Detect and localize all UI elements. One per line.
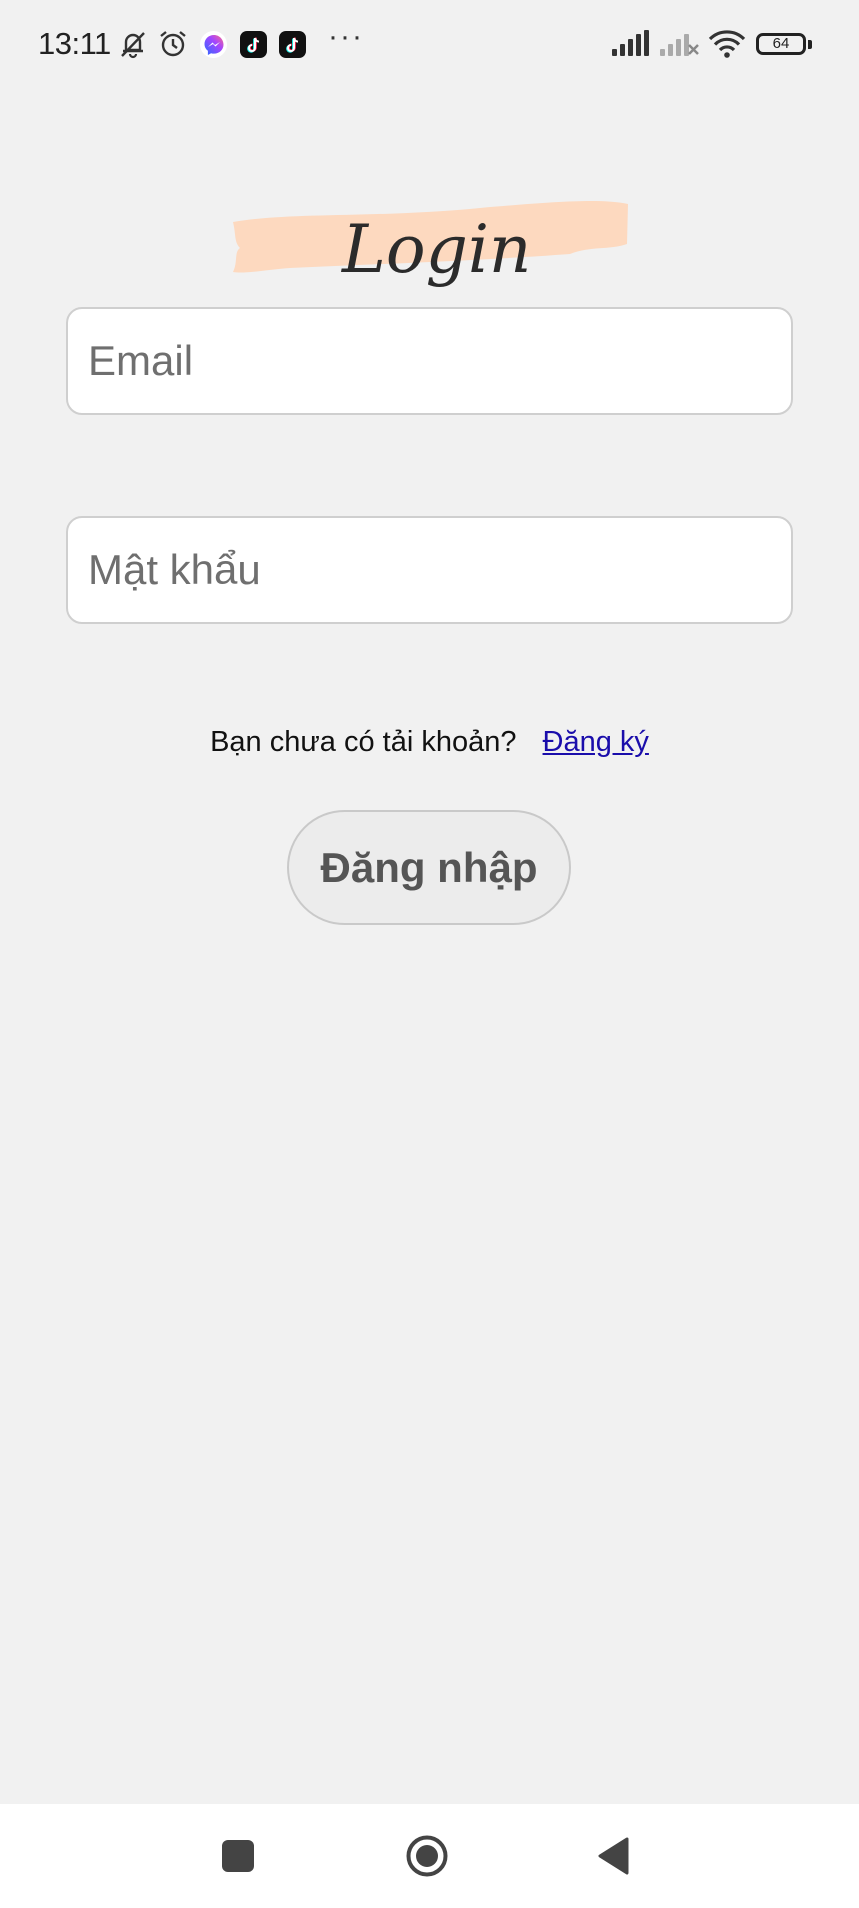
status-time: 13:11	[38, 26, 111, 61]
battery-tip	[808, 40, 812, 49]
email-field[interactable]	[66, 307, 793, 415]
recent-apps-icon[interactable]	[222, 1840, 254, 1872]
tiktok-icon	[279, 31, 306, 58]
messenger-icon	[200, 31, 227, 58]
signal-no-service-icon	[660, 34, 699, 56]
alarm-icon	[160, 31, 186, 57]
register-prompt: Bạn chưa có tải khoản?	[210, 726, 517, 758]
login-button[interactable]: Đăng nhập	[287, 810, 571, 925]
tiktok-icon	[240, 31, 267, 58]
signal-icon	[612, 30, 649, 56]
battery-icon: 64	[756, 33, 806, 55]
login-logo: Login	[233, 201, 628, 288]
logo-text: Login	[341, 211, 531, 288]
register-link[interactable]: Đăng ký	[543, 726, 649, 758]
register-row: Bạn chưa có tải khoản? Đăng ký	[0, 726, 859, 759]
battery-level: 64	[772, 35, 790, 52]
back-icon[interactable]	[596, 1836, 630, 1876]
password-field[interactable]	[66, 516, 793, 624]
status-bar: 13:11 ··· 64	[0, 0, 859, 92]
wifi-icon	[708, 30, 746, 58]
bell-off-icon	[121, 32, 145, 59]
home-icon[interactable]	[405, 1834, 449, 1878]
more-icon: ···	[328, 20, 364, 53]
navigation-bar	[0, 1804, 859, 1908]
